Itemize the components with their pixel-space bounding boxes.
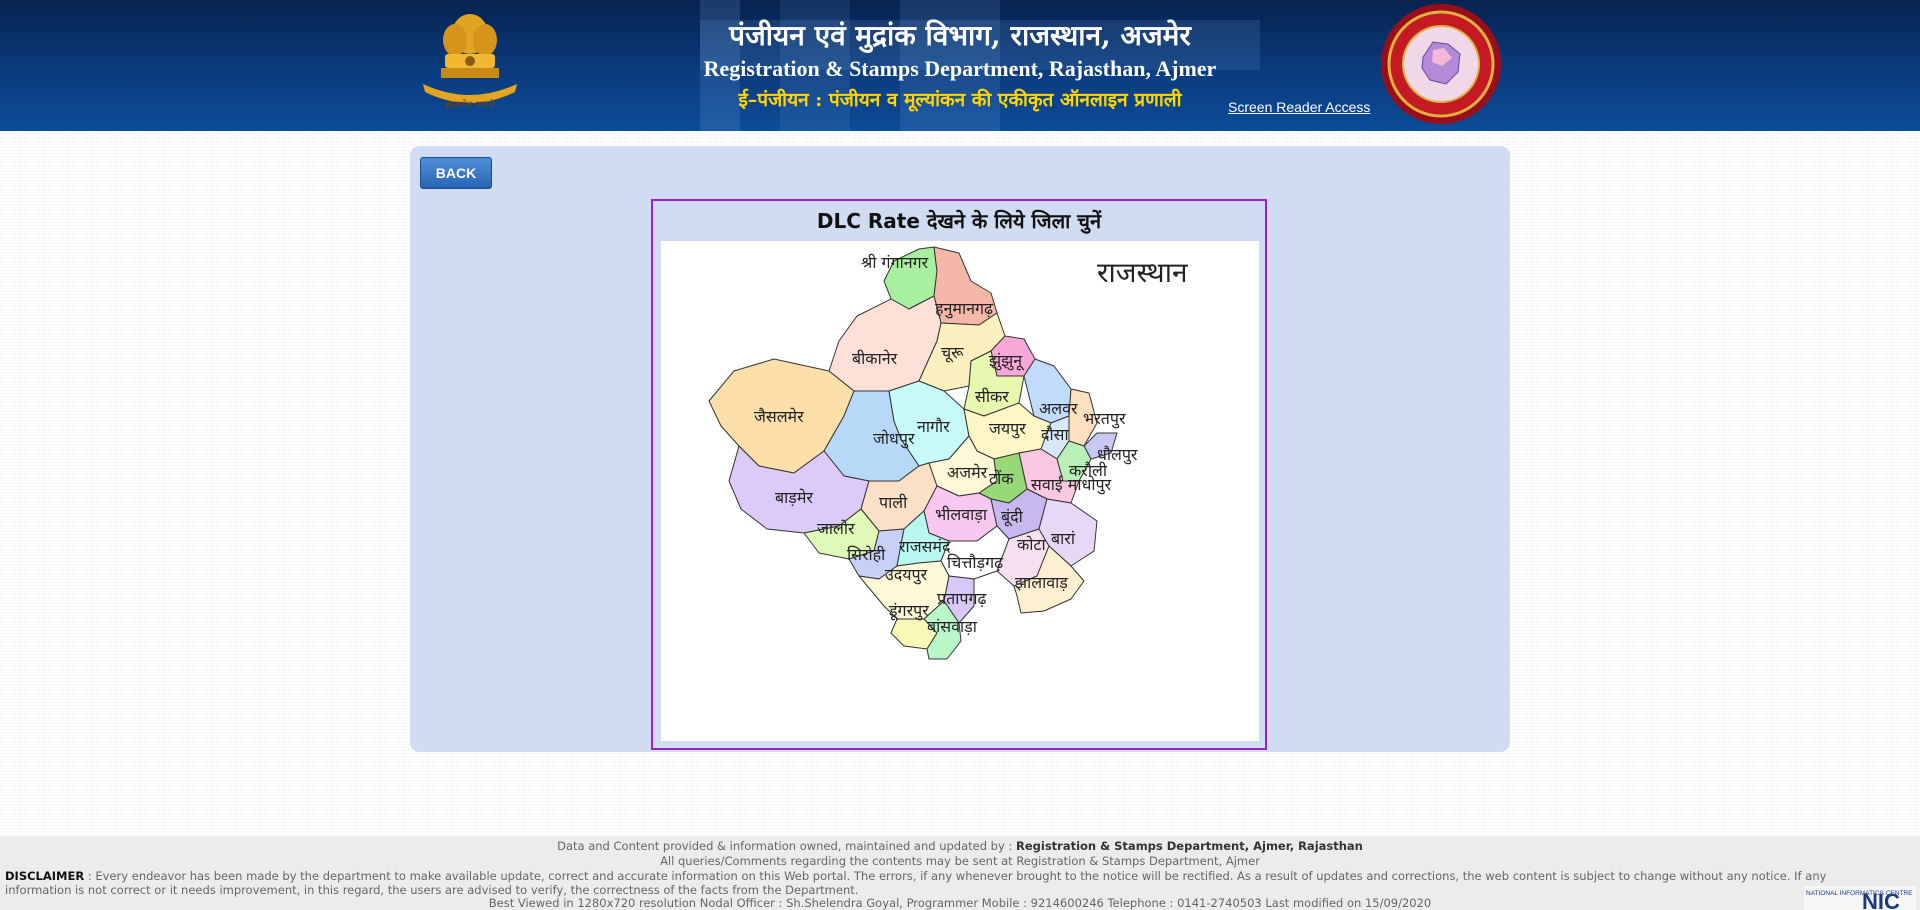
footer-ownership: Data and Content provided & information … [557, 839, 1363, 853]
footer-disclaimer: DISCLAIMER : Every endeavor has been mad… [5, 869, 1827, 897]
district-label-jodhpur[interactable]: जोधपुर [873, 427, 915, 449]
rajasthan-map: राजस्थान श्री गंगानगर हनुमानगढ़ बीकानेर चूर… [661, 241, 1259, 741]
district-label-jaipur[interactable]: जयपुर [989, 417, 1026, 439]
site-header: सत्यमेव जयते पंजीयन एवं मुद्रांक विभाग, … [0, 0, 1920, 131]
screen-reader-access-link[interactable]: Screen Reader Access [1228, 99, 1370, 115]
district-label-ajmer[interactable]: अजमेर [947, 461, 987, 483]
district-label-pratapgarh[interactable]: प्रतापगढ़ [937, 587, 986, 609]
district-label-jhalawar[interactable]: झालावाड़ [1015, 571, 1068, 593]
district-label-tonk[interactable]: टोंक [989, 467, 1014, 489]
district-label-jhunjhunu[interactable]: झुंझुनू [989, 349, 1022, 371]
district-label-hanumangarh[interactable]: हनुमानगढ़ [935, 297, 993, 319]
header-title-hindi: पंजीयन एवं मुद्रांक विभाग, राजस्थान, अजम… [729, 19, 1191, 52]
ashoka-emblem-icon: सत्यमेव जयते [423, 14, 517, 111]
site-footer: Data and Content provided & information … [0, 836, 1920, 910]
district-label-chittorgarh[interactable]: चित्तौड़गढ़ [947, 551, 1003, 573]
footer-queries: All queries/Comments regarding the conte… [660, 854, 1260, 868]
district-label-jalore[interactable]: जालोर [817, 517, 855, 539]
district-label-dungarpur[interactable]: डूंगरपुर [889, 599, 929, 621]
district-label-baran[interactable]: बारां [1051, 527, 1075, 549]
svg-text:NIC: NIC [1862, 889, 1900, 910]
district-label-nagaur[interactable]: नागौर [917, 415, 950, 437]
footer-contact: Best Viewed in 1280x720 resolution Nodal… [488, 896, 1432, 910]
district-label-sikar[interactable]: सीकर [975, 385, 1009, 407]
district-label-barmer[interactable]: बाड़मेर [775, 486, 813, 508]
department-seal-icon [1381, 4, 1501, 124]
state-name-label: राजस्थान [1097, 256, 1188, 289]
district-label-bikaner[interactable]: बीकानेर [852, 347, 897, 369]
district-label-sawai-madhopur[interactable]: सवाई माधोपुर [1031, 473, 1111, 495]
district-label-bhilwara[interactable]: भीलवाड़ा [935, 503, 987, 525]
district-label-pali[interactable]: पाली [879, 491, 907, 513]
nic-logo-icon: NATIONAL INFORMATICS CENTRE NIC [1804, 886, 1916, 910]
back-button[interactable]: BACK [420, 157, 492, 189]
district-map-container: DLC Rate देखने के लिये जिला चुनें राजस्थ… [651, 199, 1267, 750]
district-label-dausa[interactable]: दौसा [1041, 423, 1069, 445]
district-label-alwar[interactable]: अलवर [1039, 397, 1078, 419]
district-label-churu[interactable]: चूरू [941, 341, 964, 363]
map-title: DLC Rate देखने के लिये जिला चुनें [816, 209, 1102, 233]
svg-text:सत्यमेव जयते: सत्यमेव जयते [445, 99, 494, 111]
district-label-banswara[interactable]: बांसवाड़ा [927, 615, 977, 637]
district-label-rajsamand[interactable]: राजसमंद [899, 535, 950, 557]
district-label-sri-ganganagar[interactable]: श्री गंगानगर [861, 251, 928, 273]
district-label-sirohi[interactable]: सिरोही [847, 543, 885, 565]
header-subtitle-hindi: ई–पंजीयन : पंजीयन व मूल्यांकन की एकीकृत … [738, 89, 1182, 111]
district-label-bharatpur[interactable]: भरतपुर [1083, 407, 1126, 429]
district-label-udaipur[interactable]: उदयपुर [885, 563, 927, 585]
district-label-kota[interactable]: कोटा [1017, 533, 1046, 555]
main-panel: BACK DLC Rate देखने के लिये जिला चुनें र… [410, 146, 1510, 752]
district-label-jaisalmer[interactable]: जैसलमेर [754, 405, 804, 427]
header-title-english: Registration & Stamps Department, Rajast… [703, 56, 1217, 81]
district-label-bundi[interactable]: बूंदी [1001, 505, 1023, 527]
